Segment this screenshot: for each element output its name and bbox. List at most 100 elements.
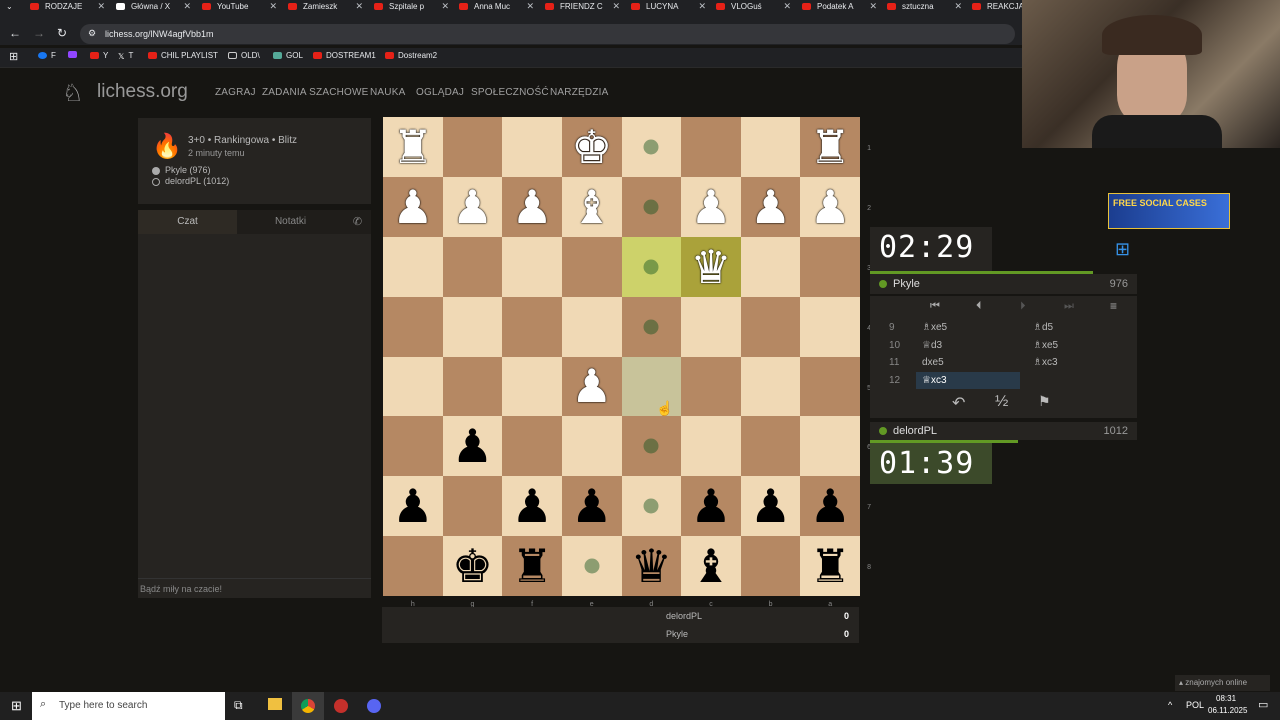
nav-community[interactable]: SPOŁECZNOŚĆ bbox=[471, 87, 549, 98]
board-square[interactable] bbox=[621, 416, 682, 477]
black-pawn-icon[interactable]: ♟ bbox=[392, 483, 433, 529]
board-square[interactable] bbox=[502, 356, 562, 417]
board-square[interactable] bbox=[621, 117, 682, 177]
black-bishop-icon[interactable]: ♝ bbox=[690, 543, 731, 589]
white-pawn-icon[interactable]: ♟ bbox=[511, 184, 552, 230]
browser-tab[interactable]: VLOGuś ✕ bbox=[716, 0, 791, 13]
takeback-icon[interactable]: ↶ bbox=[952, 393, 965, 413]
board-square[interactable] bbox=[621, 476, 682, 537]
board-square[interactable] bbox=[502, 416, 562, 477]
chat-input[interactable]: Bądź miły na czacie! bbox=[138, 578, 371, 598]
nav-play[interactable]: ZAGRAJ bbox=[215, 87, 256, 98]
menu-icon[interactable]: ≡ bbox=[1110, 299, 1117, 313]
board-square[interactable] bbox=[621, 296, 682, 357]
board-square[interactable] bbox=[681, 296, 741, 357]
windows-start-icon[interactable]: ⊞ bbox=[11, 698, 22, 714]
move-hint-dot[interactable] bbox=[584, 558, 600, 574]
board-square[interactable]: ♟ 7 bbox=[800, 476, 871, 537]
bookmark-item[interactable]: Dostream2 bbox=[385, 51, 437, 60]
tab-chat[interactable]: Czat bbox=[138, 210, 237, 234]
tab-menu[interactable]: ⌄ bbox=[0, 0, 20, 13]
bottom-player-name[interactable]: delordPL bbox=[893, 425, 937, 437]
board-square[interactable]: ♟ bbox=[561, 356, 622, 417]
nav-puzzles[interactable]: ZADANIA SZACHOWE bbox=[262, 87, 369, 98]
file-explorer-icon[interactable] bbox=[268, 698, 282, 710]
black-pawn-icon[interactable]: ♟ bbox=[452, 423, 493, 469]
resign-flag-icon[interactable]: ⚑ bbox=[1038, 393, 1051, 410]
move-black[interactable]: ♗xe5 bbox=[1033, 340, 1058, 351]
white-rook-icon[interactable]: ♜ bbox=[392, 124, 433, 170]
bookmark-item[interactable]: Y bbox=[90, 51, 108, 60]
add-time-icon[interactable]: ⊞ bbox=[1115, 239, 1130, 260]
board-square[interactable] bbox=[442, 236, 503, 297]
board-square[interactable]: ♟ bbox=[502, 176, 562, 237]
browser-tab[interactable]: LUCYNA ✕ bbox=[631, 0, 706, 13]
board-square[interactable] bbox=[442, 117, 503, 177]
board-square[interactable] bbox=[502, 296, 562, 357]
board-square[interactable]: ♟ 2 bbox=[800, 176, 871, 237]
board-square[interactable] bbox=[383, 296, 443, 357]
move-hint-dot[interactable] bbox=[643, 199, 659, 215]
bookmark-item[interactable]: DOSTREAM1 bbox=[313, 51, 376, 60]
promo-banner[interactable]: FREE SOCIAL CASES bbox=[1108, 193, 1230, 229]
discord-icon[interactable] bbox=[367, 699, 381, 713]
white-pawn-icon[interactable]: ♟ bbox=[392, 184, 433, 230]
clock-time[interactable]: 08:31 bbox=[1216, 694, 1236, 703]
board-square[interactable]: 3 bbox=[800, 236, 871, 297]
board-square[interactable]: ♚ bbox=[561, 117, 622, 177]
notifications-icon[interactable]: ▭ bbox=[1258, 698, 1268, 711]
black-queen-icon[interactable]: ♛ bbox=[631, 543, 672, 589]
white-pawn-icon[interactable]: ♟ bbox=[810, 184, 851, 230]
browser-tab[interactable]: YouTube ✕ bbox=[202, 0, 277, 13]
board-square[interactable]: ♟ bbox=[740, 476, 801, 537]
lichess-logo-icon[interactable]: ♘ bbox=[62, 79, 84, 108]
white-pawn-icon[interactable]: ♟ bbox=[690, 184, 731, 230]
bookmark-item[interactable]: CHIL PLAYLIST bbox=[148, 51, 218, 60]
white-pawn-icon[interactable]: ♟ bbox=[452, 184, 493, 230]
browser-tab[interactable]: FRIENDZ C ✕ bbox=[545, 0, 620, 13]
offer-draw-icon[interactable]: ½ bbox=[995, 393, 1008, 411]
board-square[interactable]: ♟ bbox=[442, 176, 503, 237]
language-indicator[interactable]: POL bbox=[1186, 700, 1204, 710]
site-logo[interactable]: lichess.org bbox=[97, 81, 188, 103]
white-rook-icon[interactable]: ♜ bbox=[810, 124, 851, 170]
board-square[interactable] bbox=[561, 236, 622, 297]
top-player-name[interactable]: Pkyle bbox=[893, 278, 920, 290]
board-square[interactable] bbox=[442, 296, 503, 357]
board-square[interactable] bbox=[561, 416, 622, 477]
bookmark-item[interactable]: GOL bbox=[273, 51, 303, 60]
board-square[interactable] bbox=[383, 416, 443, 477]
bookmark-folder[interactable]: OLD\ bbox=[228, 51, 260, 60]
bookmark-item[interactable]: 𝕏T bbox=[118, 51, 133, 61]
move-white[interactable]: ♕xc3 bbox=[916, 371, 1020, 389]
board-square[interactable] bbox=[442, 476, 503, 537]
board-square[interactable] bbox=[502, 117, 562, 177]
black-rook-icon[interactable]: ♜ bbox=[511, 543, 552, 589]
apps-grid-icon[interactable]: ⊞ bbox=[9, 50, 18, 63]
board-square[interactable]: 5 bbox=[800, 356, 871, 417]
black-pawn-icon[interactable]: ♟ bbox=[810, 483, 851, 529]
app-icon[interactable] bbox=[334, 699, 348, 713]
white-pawn-icon[interactable]: ♟ bbox=[750, 184, 791, 230]
board-square[interactable] bbox=[740, 416, 801, 477]
board-square[interactable] bbox=[681, 356, 741, 417]
board-square[interactable] bbox=[681, 117, 741, 177]
browser-tab[interactable]: Zamieszk ✕ bbox=[288, 0, 363, 13]
nav-watch[interactable]: OGLĄDAJ bbox=[416, 87, 464, 98]
browser-tab[interactable]: Podatek A ✕ bbox=[802, 0, 877, 13]
prev-move-icon[interactable]: ⏴ bbox=[976, 300, 982, 313]
browser-tab[interactable]: sztuczna ✕ bbox=[887, 0, 962, 13]
move-hint-dot[interactable] bbox=[643, 319, 659, 335]
voice-chat-icon[interactable]: ✆ bbox=[344, 210, 371, 234]
board-square[interactable]: e bbox=[561, 536, 622, 608]
board-square[interactable] bbox=[442, 356, 503, 417]
board-square[interactable] bbox=[740, 356, 801, 417]
board-square[interactable]: ♛ d bbox=[621, 536, 682, 608]
black-rook-icon[interactable]: ♜ bbox=[810, 543, 851, 589]
board-square[interactable] bbox=[621, 176, 682, 237]
move-hint-dot[interactable] bbox=[643, 498, 659, 514]
board-square[interactable]: ♟ bbox=[502, 476, 562, 537]
move-hint-dot[interactable] bbox=[643, 139, 659, 155]
board-square[interactable] bbox=[740, 117, 801, 177]
nav-learn[interactable]: NAUKA bbox=[370, 87, 405, 98]
